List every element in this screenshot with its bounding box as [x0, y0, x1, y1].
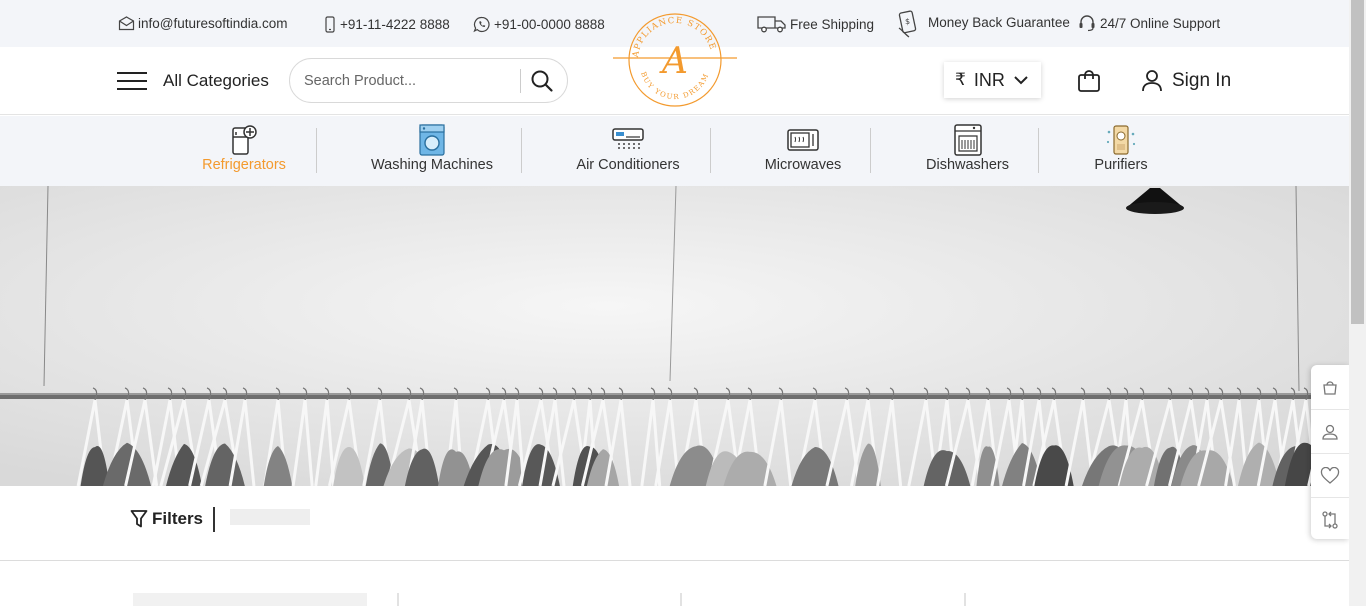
- purifier-icon: [1106, 125, 1136, 155]
- search-button[interactable]: [530, 69, 554, 98]
- category-label: Microwaves: [764, 157, 842, 173]
- category-label: Refrigerators: [202, 157, 286, 173]
- scrollbar-thumb[interactable]: [1351, 0, 1364, 324]
- all-categories-button[interactable]: All Categories: [163, 71, 269, 91]
- svg-text:A: A: [659, 41, 688, 82]
- search-box: [289, 58, 568, 103]
- money-back-text: Money Back Guarantee: [928, 14, 1070, 30]
- email-link[interactable]: info@futuresoftindia.com: [118, 16, 288, 31]
- category-label: Dishwashers: [926, 157, 1009, 173]
- currency-selector[interactable]: ₹ INR: [944, 62, 1041, 98]
- hero-banner: [0, 186, 1349, 486]
- whatsapp-link[interactable]: +91-00-0000 8888: [473, 16, 605, 33]
- product-card-border: [680, 593, 682, 606]
- envelope-icon: [118, 16, 135, 31]
- category-label: Washing Machines: [371, 157, 493, 173]
- category-divider: [870, 128, 871, 173]
- air-conditioner-icon: [612, 128, 644, 151]
- free-shipping-text: Free Shipping: [790, 16, 875, 32]
- product-card-border: [964, 593, 966, 606]
- appliance-store-logo-icon: APPLIANCE STORE BUY YOUR DREAM A: [613, 13, 737, 107]
- product-card-border: [397, 593, 399, 606]
- rupee-symbol: ₹: [955, 70, 966, 89]
- side-account-button[interactable]: [1311, 409, 1349, 453]
- phone-text: +91-11-4222 8888: [340, 17, 450, 32]
- search-input[interactable]: [304, 70, 514, 92]
- category-dishwashers[interactable]: Dishwashers: [920, 116, 1015, 186]
- heart-icon: [1320, 466, 1340, 484]
- product-card-placeholder: [133, 593, 367, 606]
- section-divider: [0, 560, 1349, 561]
- sort-placeholder: [230, 509, 310, 525]
- microwave-icon: [787, 129, 819, 151]
- bag-icon: [1323, 381, 1337, 395]
- chevron-down-icon: [1014, 76, 1028, 85]
- support-text: 24/7 Online Support: [1100, 15, 1221, 31]
- filters-label: Filters: [152, 509, 204, 528]
- free-shipping-info: Free Shipping: [757, 14, 874, 34]
- category-nav: Refrigerators Washing Machines Air Condi…: [0, 116, 1349, 186]
- category-divider: [710, 128, 711, 173]
- hamburger-menu-icon[interactable]: [117, 72, 147, 90]
- clothing-rack-banner-image: [0, 186, 1349, 486]
- category-divider: [521, 128, 522, 173]
- shopping-bag-icon: [1078, 70, 1100, 92]
- category-microwaves[interactable]: Microwaves: [760, 116, 846, 186]
- side-cart-button[interactable]: [1311, 365, 1349, 409]
- category-air-conditioners[interactable]: Air Conditioners: [571, 116, 685, 186]
- compare-icon: [1322, 510, 1338, 529]
- user-icon: [1322, 424, 1338, 440]
- sign-in-label: Sign In: [1172, 69, 1232, 91]
- side-compare-button[interactable]: [1311, 497, 1349, 541]
- svg-text:$: $: [905, 17, 910, 26]
- filters-button[interactable]: Filters: [130, 509, 203, 529]
- refrigerator-icon: [232, 125, 257, 155]
- user-icon: [1142, 70, 1162, 92]
- category-purifiers[interactable]: Purifiers: [1088, 116, 1154, 186]
- sign-in-button[interactable]: Sign In: [1141, 69, 1231, 92]
- whatsapp-icon: [473, 16, 490, 33]
- filters-divider: [213, 507, 215, 532]
- category-label: Purifiers: [1094, 157, 1148, 173]
- filter-icon: [130, 510, 148, 528]
- page-scrollbar[interactable]: [1349, 0, 1366, 606]
- floating-side-panel: [1311, 365, 1349, 539]
- money-back-info: $ Money Back Guarantee: [897, 10, 1070, 38]
- currency-label: INR: [973, 69, 1005, 90]
- category-label: Air Conditioners: [576, 157, 680, 173]
- store-logo[interactable]: APPLIANCE STORE BUY YOUR DREAM A: [613, 10, 737, 110]
- category-divider: [316, 128, 317, 173]
- category-refrigerators[interactable]: Refrigerators: [196, 116, 292, 186]
- phone-link[interactable]: +91-11-4222 8888: [323, 16, 450, 33]
- washing-machine-icon: [419, 124, 445, 156]
- cart-button[interactable]: [1076, 69, 1102, 98]
- category-divider: [1038, 128, 1039, 173]
- email-text: info@futuresoftindia.com: [138, 16, 288, 31]
- dishwasher-icon: [953, 124, 982, 156]
- truck-icon: [757, 16, 786, 33]
- money-back-icon: $: [898, 10, 917, 38]
- support-info: 24/7 Online Support: [1078, 14, 1220, 32]
- search-icon: [531, 70, 553, 92]
- headset-icon: [1079, 15, 1095, 32]
- category-washing-machines[interactable]: Washing Machines: [366, 116, 498, 186]
- search-divider: [520, 69, 521, 93]
- mobile-phone-icon: [325, 16, 335, 33]
- side-wishlist-button[interactable]: [1311, 453, 1349, 497]
- whatsapp-text: +91-00-0000 8888: [494, 17, 605, 32]
